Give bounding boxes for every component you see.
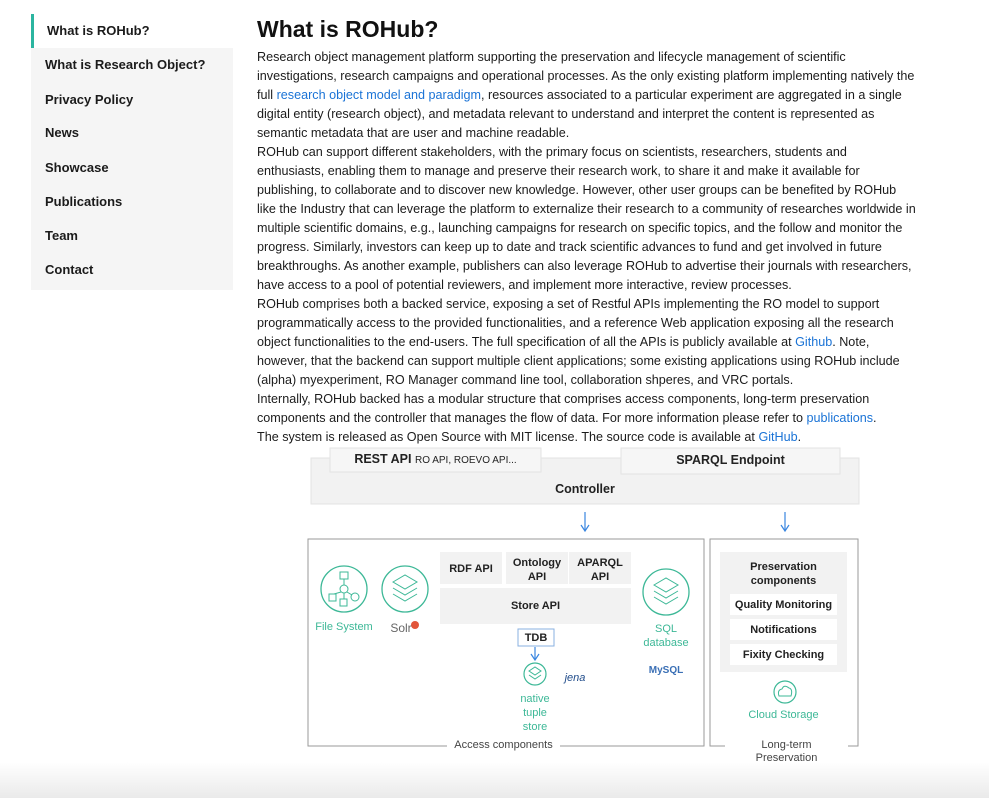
sidebar-item-team[interactable]: Team — [31, 219, 233, 253]
sidebar-item-what-is-research-object[interactable]: What is Research Object? — [31, 48, 233, 82]
research-object-model-link[interactable]: research object model and paradigm — [277, 88, 481, 102]
controller-label: Controller — [555, 482, 615, 496]
license-text-b: . — [797, 430, 802, 444]
stakeholders-paragraph: ROHub can support different stakeholders… — [257, 145, 916, 292]
sidebar-item-news[interactable]: News — [31, 116, 233, 150]
solr-logo: Solr — [390, 621, 412, 635]
preservation-components-label: Preservation components — [750, 561, 817, 587]
cloud-storage-label: Cloud Storage — [748, 709, 819, 721]
license-text-a: The system is released as Open Source wi… — [257, 430, 759, 444]
page-title: What is ROHub? — [257, 16, 439, 42]
sidebar-nav: What is ROHub? What is Research Object? … — [31, 14, 233, 290]
quality-monitoring-label: Quality Monitoring — [734, 599, 833, 611]
rest-api-box: REST API RO API, ROEVO API... — [330, 452, 541, 468]
fixity-checking-label: Fixity Checking — [742, 649, 825, 661]
architecture-diagram: REST API RO API, ROEVO API... SPARQL End… — [300, 446, 865, 778]
aparql-api-label: APARQL API — [577, 557, 623, 583]
native-tuple-store-label: native tuple store — [520, 693, 550, 733]
license-paragraph: The system is released as Open Source wi… — [257, 428, 917, 447]
bottom-fade — [0, 762, 989, 798]
mysql-logo: MySQL — [648, 665, 684, 676]
store-api-label: Store API — [510, 600, 561, 612]
sidebar-item-showcase[interactable]: Showcase — [31, 151, 233, 185]
tdb-label: TDB — [524, 632, 548, 644]
sidebar-item-publications[interactable]: Publications — [31, 185, 233, 219]
rdf-api-label: RDF API — [449, 563, 493, 575]
rest-api-sublabel: RO API, ROEVO API... — [414, 455, 517, 466]
sidebar-item-contact[interactable]: Contact — [31, 253, 233, 287]
github-source-link[interactable]: GitHub — [758, 430, 797, 444]
sparql-endpoint-label: SPARQL Endpoint — [676, 453, 785, 467]
publications-link[interactable]: publications — [807, 411, 874, 425]
file-system-label: File System — [315, 621, 373, 633]
github-spec-link[interactable]: Github — [795, 335, 832, 349]
sidebar-item-privacy-policy[interactable]: Privacy Policy — [31, 83, 233, 117]
structure-text-a: Internally, ROHub backed has a modular s… — [257, 392, 870, 425]
sidebar-item-what-is-rohub[interactable]: What is ROHub? — [31, 14, 233, 48]
structure-paragraph: Internally, ROHub backed has a modular s… — [257, 390, 917, 428]
intro-paragraph: Research object management platform supp… — [257, 48, 917, 143]
sql-database-label: SQL database — [643, 623, 689, 649]
ontology-api-label: Ontology API — [512, 557, 562, 583]
notifications-label: Notifications — [750, 624, 817, 636]
access-components-label: Access components — [447, 739, 560, 752]
rest-api-label: REST API — [354, 452, 412, 466]
apis-paragraph: ROHub comprises both a backed service, e… — [257, 295, 917, 390]
main-content: What is ROHub? Research object managemen… — [257, 14, 917, 447]
jena-logo: jena — [564, 672, 586, 684]
structure-text-b: . — [873, 411, 877, 425]
